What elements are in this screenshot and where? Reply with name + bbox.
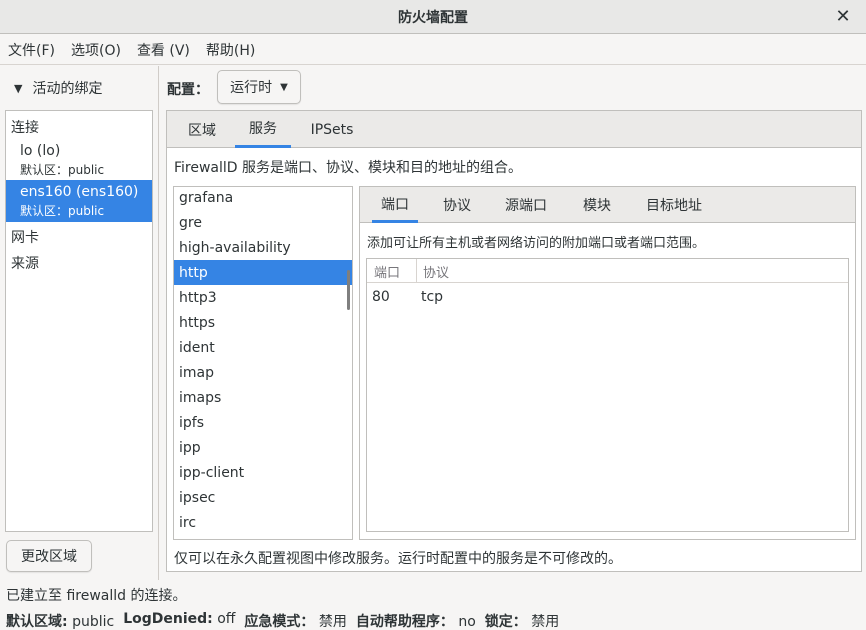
service-detail-notebook: 端口 协议 源端口 模块 目标地址 添加可让所有主机或者网络访问的附加端口或者端…: [359, 186, 856, 540]
service-item[interactable]: https: [174, 310, 352, 335]
subtab-destination[interactable]: 目标地址: [636, 187, 712, 223]
status-bar: 默认区域: public LogDenied: off 应急模式： 禁用 自动帮…: [6, 611, 568, 630]
menu-file[interactable]: 文件(F): [8, 40, 55, 60]
active-bindings-pane: ▼ 活动的绑定 连接 lo (lo) 默认区：public ens160 (en…: [0, 66, 159, 580]
window-title: 防火墙配置: [398, 9, 468, 26]
menu-view[interactable]: 查看 (V): [137, 40, 190, 60]
tab-services[interactable]: 服务: [235, 111, 291, 148]
tab-zones[interactable]: 区域: [177, 111, 227, 148]
service-item[interactable]: high-availability: [174, 235, 352, 260]
config-select[interactable]: 运行时 ▼: [217, 70, 301, 104]
menu-help[interactable]: 帮助(H): [206, 40, 255, 60]
services-scrollbar[interactable]: [347, 270, 350, 310]
service-item-selected[interactable]: http: [174, 260, 352, 285]
subtab-ports[interactable]: 端口: [372, 187, 418, 223]
status-default-zone: 默认区域: public: [6, 614, 115, 630]
protocol-cell[interactable]: tcp: [421, 286, 443, 308]
services-list[interactable]: grafana gre high-availability http http3…: [173, 186, 353, 540]
service-item[interactable]: imap: [174, 360, 352, 385]
binding-name: lo (lo): [20, 143, 61, 159]
binding-item-ens160[interactable]: ens160 (ens160) 默认区：public: [6, 180, 152, 222]
subtab-modules[interactable]: 模块: [572, 187, 622, 223]
service-item[interactable]: ipsec: [174, 485, 352, 510]
subtab-source-ports[interactable]: 源端口: [496, 187, 556, 223]
config-label: 配置：: [167, 82, 209, 98]
chevron-down-icon: ▼: [14, 81, 23, 95]
service-item[interactable]: ipfs: [174, 410, 352, 435]
services-description: FirewallD 服务是端口、协议、模块和目的地址的组合。: [174, 160, 523, 176]
status-auto-helpers: 自动帮助程序： no: [355, 614, 476, 630]
active-bindings-heading: 活动的绑定: [32, 81, 103, 97]
bindings-list: 连接 lo (lo) 默认区：public ens160 (ens160) 默认…: [5, 110, 153, 532]
service-item[interactable]: imaps: [174, 385, 352, 410]
service-item[interactable]: ipp: [174, 435, 352, 460]
service-item[interactable]: irc: [174, 510, 352, 535]
config-value: 运行时: [230, 80, 273, 96]
binding-zone: 默认区：public: [20, 163, 105, 177]
menu-bar: 文件(F) 选项(O) 查看 (V) 帮助(H): [0, 35, 866, 65]
binding-item-lo[interactable]: lo (lo) 默认区：public: [6, 139, 152, 181]
tab-ipsets[interactable]: IPSets: [303, 111, 361, 148]
status-panic-mode: 应急模式： 禁用: [244, 614, 347, 630]
sources-header: 来源: [11, 256, 39, 272]
binding-zone: 默认区：public: [20, 204, 105, 218]
service-item[interactable]: ident: [174, 335, 352, 360]
service-item[interactable]: grafana: [174, 187, 352, 210]
main-notebook: 区域 服务 IPSets FirewallD 服务是端口、协议、模块和目的地址的…: [166, 110, 862, 572]
interfaces-header: 网卡: [11, 230, 39, 246]
status-log-denied: LogDenied: off: [123, 611, 236, 627]
ports-table-header: 端口 协议: [367, 259, 848, 283]
ports-description: 添加可让所有主机或者网络访问的附加端口或者端口范围。: [367, 236, 706, 251]
title-bar: 防火墙配置 ✕: [0, 0, 866, 34]
column-header-protocol[interactable]: 协议: [416, 259, 449, 283]
connections-header: 连接: [11, 120, 39, 136]
tab-bar: 区域 服务 IPSets: [167, 111, 861, 148]
subtab-protocols[interactable]: 协议: [432, 187, 482, 223]
ports-table: 端口 协议 80 tcp: [366, 258, 849, 532]
column-header-port[interactable]: 端口: [374, 259, 400, 283]
service-item[interactable]: gre: [174, 210, 352, 235]
connection-status: 已建立至 firewalld 的连接。: [6, 588, 187, 604]
subtab-bar: 端口 协议 源端口 模块 目标地址: [360, 187, 855, 223]
active-bindings-toggle[interactable]: ▼ 活动的绑定: [14, 78, 102, 98]
close-icon[interactable]: ✕: [832, 6, 854, 28]
binding-name: ens160 (ens160): [20, 184, 139, 200]
menu-options[interactable]: 选项(O): [71, 40, 121, 60]
port-cell[interactable]: 80: [372, 286, 390, 308]
status-lockdown: 锁定： 禁用: [484, 614, 560, 630]
services-readonly-note: 仅可以在永久配置视图中修改服务。运行时配置中的服务是不可修改的。: [174, 551, 622, 567]
main-pane: 配置： 运行时 ▼ 区域 服务 IPSets FirewallD 服务是端口、协…: [160, 66, 866, 580]
dropdown-arrow-icon: ▼: [280, 81, 288, 93]
service-item[interactable]: ipp-client: [174, 460, 352, 485]
change-zone-button[interactable]: 更改区域: [6, 540, 92, 572]
service-item[interactable]: http3: [174, 285, 352, 310]
